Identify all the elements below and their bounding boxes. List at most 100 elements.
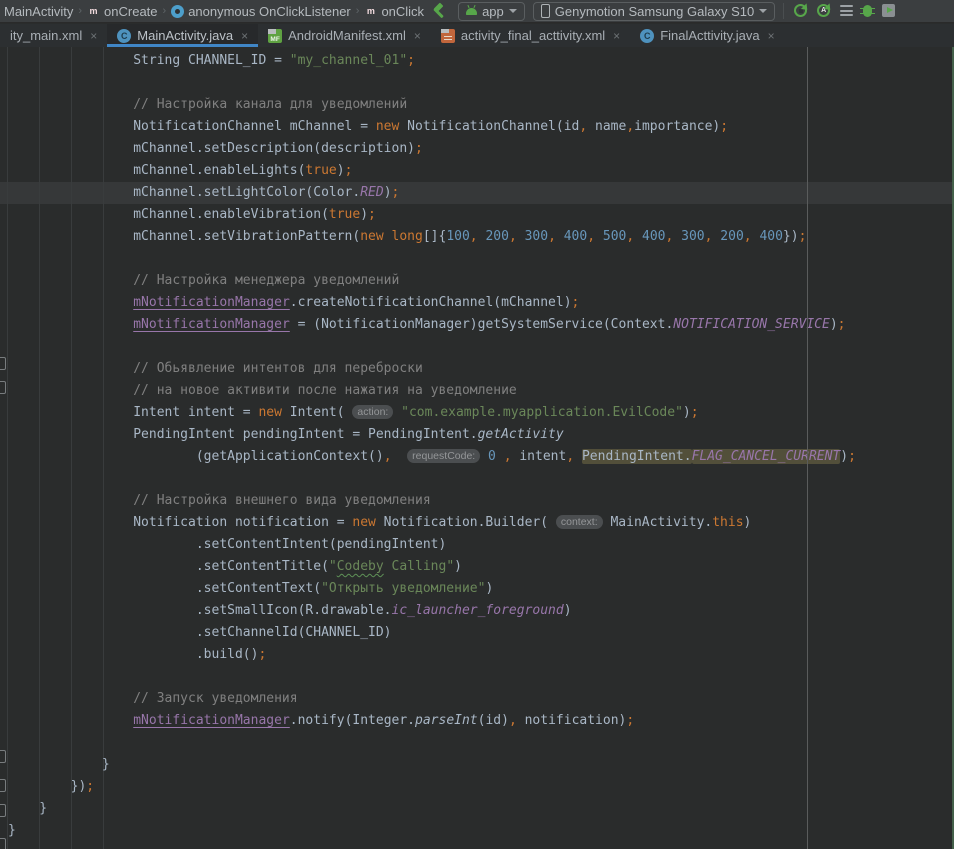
code-token: ,	[384, 449, 392, 464]
code-line: }	[8, 798, 856, 820]
code-line	[8, 248, 856, 270]
code-token: 500	[603, 229, 626, 244]
code-token: ;	[368, 207, 376, 222]
code-token: 400	[642, 229, 665, 244]
code-token: ,	[509, 229, 517, 244]
code-token: // Обьявление интентов для переброски	[8, 361, 423, 376]
code-token: FLAG_CANCEL_CURRENT	[692, 449, 841, 464]
tab-close-icon[interactable]: ×	[613, 29, 620, 43]
breadcrumb: MainActivity›monCreate›anonymous OnClick…	[0, 0, 426, 22]
code-line	[8, 72, 856, 94]
code-line: mNotificationManager = (NotificationMana…	[8, 314, 856, 336]
code-token: // на новое активити после нажатия на ув…	[8, 383, 517, 398]
code-token	[634, 229, 642, 244]
tab-close-icon[interactable]: ×	[768, 29, 775, 43]
code-token: new	[258, 405, 281, 420]
code-token: ;	[86, 779, 94, 794]
code-line: .setContentIntent(pendingIntent)	[8, 534, 856, 556]
code-token: String CHANNEL_ID =	[8, 53, 290, 68]
fold-marker-icon[interactable]	[0, 804, 6, 817]
tab-FinalActtivity.java[interactable]: CFinalActtivity.java×	[630, 24, 784, 47]
code-token	[480, 449, 488, 464]
code-token: .setContentTitle(	[8, 559, 329, 574]
rerun-icon[interactable]	[794, 4, 807, 17]
code-line: }	[8, 754, 856, 776]
code-line: .build();	[8, 644, 856, 666]
code-token: NotificationChannel mChannel =	[8, 119, 376, 134]
code-token: "Открыть уведомление"	[321, 581, 485, 596]
tab-ity_main.xml[interactable]: ity_main.xml×	[0, 24, 107, 47]
code-token	[574, 449, 582, 464]
profiler-icon[interactable]	[882, 4, 895, 17]
tab-MainActivity.java[interactable]: CMainActivity.java×	[107, 24, 258, 47]
device-selector[interactable]: Genymotion Samsung Galaxy S10	[533, 2, 775, 21]
breadcrumb-item[interactable]: anonymous OnClickListener	[169, 4, 353, 19]
code-token: .createNotificationChannel(mChannel)	[290, 295, 572, 310]
fold-marker-icon[interactable]	[0, 838, 6, 849]
code-token	[392, 449, 408, 464]
code-line: mNotificationManager.createNotificationC…	[8, 292, 856, 314]
fold-marker-icon[interactable]	[0, 357, 6, 370]
code-token: .setContentText(	[8, 581, 321, 596]
code-line: .setContentTitle("Codeby Calling")	[8, 556, 856, 578]
code-token: []{	[423, 229, 446, 244]
code-token: 300	[525, 229, 548, 244]
code-token: true	[305, 163, 336, 178]
breadcrumb-item[interactable]: monCreate	[85, 4, 159, 19]
tab-close-icon[interactable]: ×	[241, 29, 248, 43]
apply-code-changes-icon[interactable]: A	[817, 4, 830, 17]
code-token: requestCode:	[407, 449, 480, 463]
code-token: ;	[848, 449, 856, 464]
code-line: mChannel.setLightColor(Color.RED);	[8, 182, 856, 204]
tab-close-icon[interactable]: ×	[90, 29, 97, 43]
code-line	[8, 336, 856, 358]
code-token: Intent(	[282, 405, 352, 420]
code-token: RED	[360, 185, 383, 200]
code-token: Calling"	[384, 559, 454, 574]
tab-label: AndroidManifest.xml	[288, 28, 406, 43]
code-token: ,	[566, 449, 574, 464]
fold-marker-icon[interactable]	[0, 779, 6, 792]
code-token: .setChannelId(CHANNEL_ID)	[8, 625, 392, 640]
code-token	[517, 229, 525, 244]
tab-label: MainActivity.java	[137, 28, 233, 43]
code-token: ,	[744, 229, 752, 244]
tab-activity_final_acttivity.xml[interactable]: activity_final_acttivity.xml×	[431, 24, 630, 47]
breadcrumb-item[interactable]: monClick	[362, 4, 426, 19]
code-line: // Настройка внешнего вида уведомления	[8, 490, 856, 512]
tab-close-icon[interactable]: ×	[414, 29, 421, 43]
code-token: ,	[587, 229, 595, 244]
code-token: }	[8, 823, 16, 838]
build-variants-list-icon[interactable]	[840, 5, 853, 16]
code-token: 400	[759, 229, 782, 244]
tab-label: FinalActtivity.java	[660, 28, 759, 43]
breadcrumb-label: onClick	[381, 4, 424, 19]
code-token	[673, 229, 681, 244]
breadcrumb-separator: ›	[75, 5, 85, 17]
code-token: true	[329, 207, 360, 222]
code-token: .setContentIntent(pendingIntent)	[8, 537, 446, 552]
code-token: parseInt	[415, 713, 478, 728]
code-editor[interactable]: String CHANNEL_ID = "my_channel_01"; // …	[0, 47, 954, 849]
code-token: )	[564, 603, 572, 618]
editor-tab-bar: ity_main.xml×CMainActivity.java×MFAndroi…	[0, 24, 954, 47]
code-token: ;	[691, 405, 699, 420]
tab-AndroidManifest.xml[interactable]: MFAndroidManifest.xml×	[258, 24, 431, 47]
method-icon: m	[87, 5, 100, 18]
breadcrumb-item[interactable]: MainActivity	[2, 4, 75, 19]
fold-marker-icon[interactable]	[0, 750, 6, 763]
code-token: MainActivity.	[603, 515, 713, 530]
build-hammer-icon[interactable]	[432, 2, 450, 20]
code-token: )	[384, 185, 392, 200]
code-line: PendingIntent pendingIntent = PendingInt…	[8, 424, 856, 446]
code-token: ,	[504, 449, 512, 464]
code-token: "com.example.myapplication.EvilCode"	[401, 405, 683, 420]
module-selector[interactable]: app	[458, 2, 525, 21]
code-token: Codeby	[337, 559, 384, 574]
fold-marker-icon[interactable]	[0, 381, 6, 394]
debug-icon[interactable]	[863, 5, 872, 17]
code-line: // на новое активити после нажатия на ув…	[8, 380, 856, 402]
code-token: .build()	[8, 647, 258, 662]
code-token: this	[712, 515, 743, 530]
code-line	[8, 468, 856, 490]
